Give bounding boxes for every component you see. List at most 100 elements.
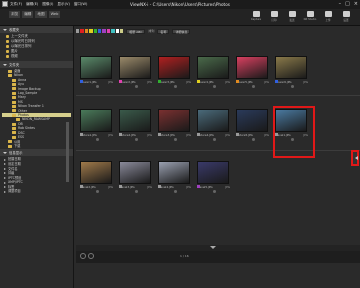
thumbnail[interactable]: Nature1.JPG JPG — [80, 109, 114, 141]
thumbnail-caption: Travel5.JPG JPG — [197, 185, 230, 189]
filter-field[interactable]: 相册 ABC — [126, 28, 146, 34]
label-marker — [236, 133, 239, 136]
rating-dot[interactable] — [173, 138, 177, 141]
folder-icon — [16, 118, 20, 122]
folders-panel-header[interactable]: 文件夹 — [0, 61, 73, 68]
thumbnail[interactable]: Flower1.JPG JPG — [80, 56, 114, 88]
expand-icon — [4, 172, 6, 175]
label-marker — [275, 80, 278, 83]
label-color-swatch[interactable] — [89, 29, 93, 33]
tab-browse[interactable]: 浏览 — [9, 11, 21, 18]
collapse-icon — [3, 28, 7, 31]
thumbnail[interactable]: Flower4.JPG JPG — [197, 56, 231, 88]
rating-dot[interactable] — [95, 138, 99, 141]
label-color-swatch[interactable] — [106, 29, 111, 33]
upload-button[interactable]: 上传 — [322, 11, 334, 22]
rating-dot[interactable] — [134, 190, 138, 193]
row-divider — [76, 95, 360, 96]
thumbnail[interactable]: Travel5.JPG JPG — [197, 161, 231, 193]
thumbnail-caption: Travel2.JPG JPG — [80, 185, 113, 189]
thumbnail[interactable]: Flower2.JPG JPG — [119, 56, 153, 88]
label-color-swatch[interactable] — [111, 29, 115, 33]
folder-icon — [8, 69, 12, 73]
folder-tree-item[interactable]: 下载 — [2, 144, 71, 148]
minimize-icon[interactable]: – — [339, 1, 342, 7]
file-type-badge: JPG — [225, 80, 230, 84]
thumbnail[interactable]: Nature2.JPG JPG — [119, 109, 153, 141]
tab-edit[interactable]: 编辑 — [22, 11, 34, 18]
rating-dot[interactable] — [95, 190, 99, 193]
title-bar: 文件(F) 编辑(E) 图像(I) 显示(V) 窗口(W) ViewNX-i -… — [0, 0, 360, 9]
folder-tree: 桌面 Nikon Anna Ayu Image Backup Log_Sample Mary… — [0, 68, 73, 149]
thumbnail-image — [275, 56, 307, 79]
thumbnail[interactable]: Nature4.JPG JPG — [197, 109, 231, 141]
favorite-item[interactable]: 视频 — [6, 54, 69, 59]
label-marker — [236, 80, 239, 83]
nx-studio-icon — [306, 11, 314, 17]
rotate-left-icon[interactable] — [80, 253, 86, 259]
maximize-icon[interactable]: □ — [345, 1, 350, 7]
favorites-panel-header[interactable]: 收藏夹 — [0, 26, 73, 33]
label-marker — [80, 185, 83, 188]
settings-button[interactable]: 设置 — [340, 11, 352, 22]
rating-dot[interactable] — [251, 85, 255, 88]
video-icon — [6, 55, 9, 58]
label-marker — [80, 80, 83, 83]
tab-map[interactable]: 地图 — [35, 11, 47, 18]
thumbnail[interactable]: Flower5.JPG JPG — [236, 56, 270, 88]
panel-collapse-handle[interactable] — [351, 150, 359, 166]
rating-dot[interactable] — [95, 85, 99, 88]
capture-button[interactable]: Capture — [250, 11, 262, 22]
toolbar: 浏览 编辑 地图 Web Capture 打印 发送 NX Studio 上传 … — [0, 9, 360, 26]
rating-dot[interactable] — [212, 85, 216, 88]
sort-select[interactable]: 名称 — [157, 28, 170, 34]
thumbnail[interactable]: Travel3.JPG JPG — [119, 161, 153, 193]
send-button[interactable]: 发送 — [286, 11, 298, 22]
folder-icon — [12, 131, 16, 135]
rating-dot[interactable] — [212, 190, 216, 193]
thumbnail[interactable]: Flower3.JPG JPG — [158, 56, 192, 88]
thumbnail[interactable]: Flower6.JPG JPG — [275, 56, 309, 88]
rating-dot[interactable] — [173, 190, 177, 193]
label-marker — [197, 133, 200, 136]
label-color-swatch[interactable] — [76, 29, 80, 33]
folder-icon — [8, 74, 12, 78]
nx-studio-button[interactable]: NX Studio — [304, 11, 316, 22]
thumbnail-caption: Nature4.JPG JPG — [197, 133, 230, 137]
thumbnail-caption: Travel4.JPG JPG — [158, 185, 191, 189]
thumbnail[interactable]: Travel2.JPG JPG — [80, 161, 114, 193]
metadata-panel-header[interactable]: 信息显示 — [0, 149, 73, 157]
thumbnail-image — [158, 109, 190, 132]
rating-dot[interactable] — [251, 138, 255, 141]
rating-dot[interactable] — [134, 138, 138, 141]
rating-dot[interactable] — [134, 85, 138, 88]
thumbnail[interactable]: Nature5.JPG JPG — [236, 109, 270, 141]
upload-icon — [324, 11, 332, 17]
close-icon[interactable]: × — [354, 1, 358, 7]
sidebar: 收藏夹 上一文件夹 以曝光时日排列 以曝光日排列 图片 视频 文件夹 桌面 Nik… — [0, 26, 74, 288]
folder-icon — [8, 144, 12, 148]
label-color-swatch[interactable] — [84, 29, 89, 33]
rating-dot[interactable] — [212, 138, 216, 141]
label-color-swatch[interactable] — [119, 29, 124, 33]
label-color-swatch[interactable] — [102, 29, 106, 33]
label-filter — [76, 29, 124, 33]
rating-dot[interactable] — [290, 85, 294, 88]
thumbnail[interactable]: Nature3.JPG JPG — [158, 109, 192, 141]
label-color-swatch[interactable] — [115, 29, 119, 33]
sidebar-scrollbar[interactable] — [66, 122, 69, 182]
folder-icon — [12, 109, 16, 113]
label-color-swatch[interactable] — [80, 29, 84, 33]
rating-dot[interactable] — [173, 85, 177, 88]
label-color-swatch[interactable] — [93, 29, 97, 33]
label-color-swatch[interactable] — [97, 29, 102, 33]
thumbnail-caption: Travel3.JPG JPG — [119, 185, 152, 189]
print-button[interactable]: 打印 — [268, 11, 280, 22]
file-type-badge: JPG — [264, 133, 269, 137]
view-mode-select[interactable]: 详细信息 — [172, 28, 191, 34]
thumbnail[interactable]: Travel4.JPG JPG — [158, 161, 192, 193]
rotate-right-icon[interactable] — [88, 253, 94, 259]
expand-filmstrip-icon[interactable] — [210, 246, 216, 249]
metadata-item[interactable]: 调整项目 — [4, 189, 69, 194]
tab-web[interactable]: Web — [48, 11, 61, 18]
